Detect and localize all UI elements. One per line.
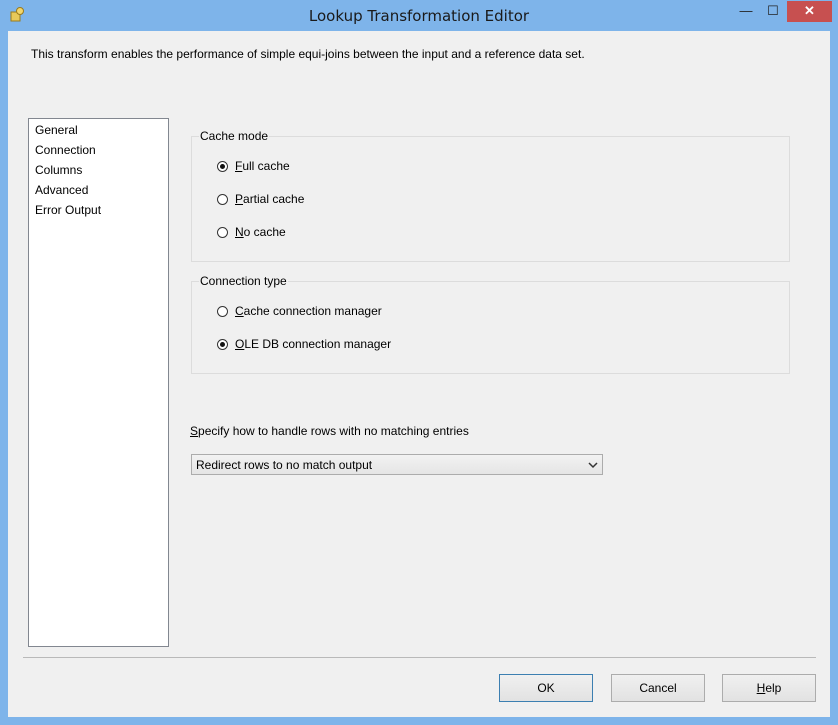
radio-full-cache-indicator[interactable] <box>217 160 228 172</box>
cache-mode-label: Cache mode <box>199 129 270 143</box>
radio-no-cache[interactable]: No cache <box>217 225 286 239</box>
radio-partial-cache-label: Partial cache <box>235 192 305 206</box>
nav-item-connection[interactable]: Connection <box>35 143 96 157</box>
radio-cache-connection-manager-label: Cache connection manager <box>235 304 382 318</box>
footer-separator <box>23 657 816 658</box>
no-match-handling-value: Redirect rows to no match output <box>196 458 373 472</box>
window-title: Lookup Transformation Editor <box>308 7 530 25</box>
dialog-client: This transform enables the performance o… <box>8 31 830 717</box>
connection-type-label: Connection type <box>199 274 288 288</box>
minimize-button[interactable]: — <box>733 1 759 22</box>
close-button[interactable]: ✕ <box>787 1 832 22</box>
radio-full-cache[interactable]: Full cache <box>217 159 290 173</box>
title-bar[interactable]: Lookup Transformation Editor — ☐ ✕ <box>0 0 838 30</box>
radio-oledb-connection-manager[interactable]: OLE DB connection manager <box>217 337 391 351</box>
ok-button[interactable]: OK <box>499 674 593 702</box>
page-navigation-list: General Connection Columns Advanced Erro… <box>28 118 169 647</box>
nav-item-error-output[interactable]: Error Output <box>35 203 101 217</box>
maximize-button[interactable]: ☐ <box>760 1 786 22</box>
dialog-window: Lookup Transformation Editor — ☐ ✕ This … <box>0 0 838 725</box>
radio-no-cache-indicator[interactable] <box>217 226 228 238</box>
connection-type-group <box>191 281 790 374</box>
radio-partial-cache-indicator[interactable] <box>217 193 228 205</box>
radio-partial-cache[interactable]: Partial cache <box>217 192 304 206</box>
nav-item-columns[interactable]: Columns <box>35 163 82 177</box>
radio-full-cache-label: Full cache <box>235 159 290 173</box>
description-text: This transform enables the performance o… <box>31 47 585 61</box>
radio-cache-connection-manager[interactable]: Cache connection manager <box>217 304 382 318</box>
cancel-button[interactable]: Cancel <box>611 674 705 702</box>
radio-oledb-connection-manager-label: OLE DB connection manager <box>235 337 392 351</box>
no-match-label: Specify how to handle rows with no match… <box>190 424 469 438</box>
help-button[interactable]: Help <box>722 674 816 702</box>
radio-no-cache-label: No cache <box>235 225 286 239</box>
nav-item-advanced[interactable]: Advanced <box>35 183 88 197</box>
radio-oledb-connection-manager-indicator[interactable] <box>217 338 228 350</box>
nav-item-general[interactable]: General <box>35 123 78 137</box>
chevron-down-icon[interactable] <box>588 458 598 472</box>
radio-cache-connection-manager-indicator[interactable] <box>217 305 228 317</box>
no-match-handling-select[interactable]: Redirect rows to no match output <box>191 454 603 475</box>
